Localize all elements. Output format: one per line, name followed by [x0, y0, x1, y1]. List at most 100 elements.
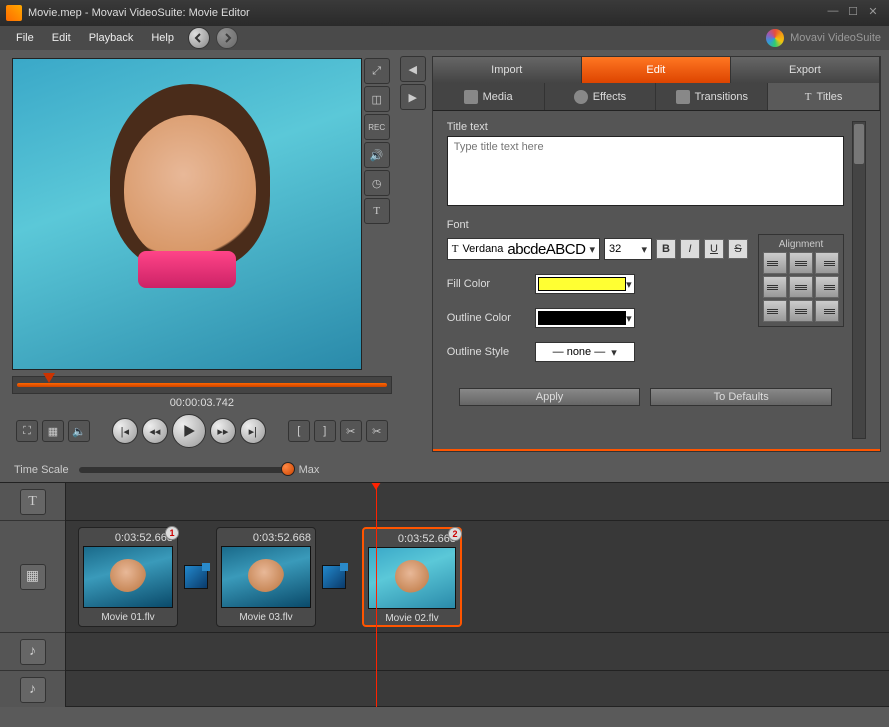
clock-icon[interactable]: ◷ [364, 170, 390, 196]
chevron-down-icon: ▾ [589, 243, 595, 256]
tab-import[interactable]: Import [433, 57, 582, 83]
mark-in-icon[interactable]: [ [288, 420, 310, 442]
align-bot-right[interactable] [815, 300, 839, 322]
menubar: File Edit Playback Help Movavi VideoSuit… [0, 26, 889, 50]
forward-button[interactable]: ▸▸ [210, 418, 236, 444]
title-text-label: Title text [447, 121, 844, 133]
minimize-button[interactable]: — [823, 5, 843, 21]
font-size-select[interactable]: 32▾ [604, 238, 652, 260]
clip-name: Movie 02.flv [368, 613, 456, 624]
strike-button[interactable]: S [728, 239, 748, 259]
transition-node[interactable] [322, 565, 346, 589]
subtab-titles[interactable]: TTitles [768, 83, 880, 110]
maximize-button[interactable]: ☐ [843, 5, 863, 21]
track-headers: T ▦ ♪ ♪ [0, 483, 66, 707]
fill-color-select[interactable]: ▾ [535, 274, 635, 294]
collapse-right-icon[interactable]: ▶ [400, 84, 426, 110]
subtab-media[interactable]: Media [433, 83, 545, 110]
crop-icon[interactable]: ◫ [364, 86, 390, 112]
menu-help[interactable]: Help [143, 29, 182, 47]
preview-video[interactable] [12, 58, 362, 370]
video-track-icon: ▦ [20, 564, 46, 590]
align-top-center[interactable] [789, 252, 813, 274]
titles-icon: T [805, 91, 812, 103]
menu-playback[interactable]: Playback [81, 29, 142, 47]
font-select[interactable]: T Verdana abcdeABCD ▾ [447, 238, 600, 260]
media-icon [464, 90, 478, 104]
scrollbar-thumb[interactable] [854, 124, 864, 164]
align-bot-left[interactable] [763, 300, 787, 322]
align-mid-right[interactable] [815, 276, 839, 298]
track-head-video[interactable]: ▦ [0, 521, 65, 633]
mark-out-icon[interactable]: ] [314, 420, 336, 442]
audio-track-icon: ♪ [20, 677, 46, 703]
align-top-right[interactable] [815, 252, 839, 274]
tab-edit[interactable]: Edit [582, 57, 731, 83]
playhead[interactable] [376, 483, 377, 707]
clip-thumbnail [368, 547, 456, 609]
fit-icon[interactable]: ⛶ [16, 420, 38, 442]
mute-icon[interactable]: 🔈 [68, 420, 90, 442]
italic-button[interactable]: I [680, 239, 700, 259]
clip-name: Movie 01.flv [83, 612, 173, 623]
preview-panel: ⤢ ◫ REC 🔊 ◷ T 00:00:03.742 ⛶ ▦ 🔈 |◂ ◂◂ ▸… [0, 50, 396, 458]
record-icon[interactable]: REC [364, 114, 390, 140]
menu-edit[interactable]: Edit [44, 29, 79, 47]
play-button[interactable] [172, 414, 206, 448]
text-tool-icon[interactable]: T [364, 198, 390, 224]
sub-tabs: Media Effects Transitions TTitles [433, 83, 880, 111]
apply-button[interactable]: Apply [459, 388, 641, 406]
align-bot-center[interactable] [789, 300, 813, 322]
subtab-effects[interactable]: Effects [545, 83, 657, 110]
track-head-audio2[interactable]: ♪ [0, 671, 65, 709]
collapse-left-icon[interactable]: ◀ [400, 56, 426, 82]
alignment-group: Alignment [758, 234, 844, 327]
slider-knob[interactable] [281, 462, 295, 476]
rewind-button[interactable]: ◂◂ [142, 418, 168, 444]
close-button[interactable]: ✕ [863, 5, 883, 21]
mode-tabs: Import Edit Export [433, 57, 880, 83]
volume-icon[interactable]: 🔊 [364, 142, 390, 168]
chevron-down-icon: ▾ [611, 346, 617, 359]
clip-movie-03[interactable]: 0:03:52.668 Movie 03.flv [216, 527, 316, 627]
title-text-input[interactable] [447, 136, 844, 206]
track-head-title[interactable]: T [0, 483, 65, 521]
align-mid-center[interactable] [789, 276, 813, 298]
align-mid-left[interactable] [763, 276, 787, 298]
clip-movie-01[interactable]: 0:03:52.6681 Movie 01.flv [78, 527, 178, 627]
redo-button[interactable] [216, 27, 238, 49]
undo-button[interactable] [188, 27, 210, 49]
chevron-down-icon: ▾ [626, 312, 632, 325]
underline-button[interactable]: U [704, 239, 724, 259]
menu-file[interactable]: File [8, 29, 42, 47]
preview-scrubber[interactable] [12, 376, 392, 394]
bold-button[interactable]: B [656, 239, 676, 259]
outline-color-select[interactable]: ▾ [535, 308, 635, 328]
panel-toggle-col: ◀ ▶ [400, 56, 428, 452]
align-top-left[interactable] [763, 252, 787, 274]
panel-scrollbar[interactable] [852, 121, 866, 439]
cut-icon[interactable]: ✂ [366, 420, 388, 442]
app-icon [6, 5, 22, 21]
outline-style-select[interactable]: — none —▾ [535, 342, 635, 362]
time-scale-slider[interactable] [79, 467, 289, 473]
split-icon[interactable]: ✂ [340, 420, 362, 442]
goto-start-button[interactable]: |◂ [112, 418, 138, 444]
scrubber-handle[interactable] [43, 373, 55, 383]
safezone-icon[interactable]: ▦ [42, 420, 64, 442]
track-head-audio1[interactable]: ♪ [0, 633, 65, 671]
transition-node[interactable] [184, 565, 208, 589]
transitions-icon [676, 90, 690, 104]
fullscreen-icon[interactable]: ⤢ [364, 58, 390, 84]
tab-export[interactable]: Export [731, 57, 880, 83]
timeline: T ▦ ♪ ♪ 0:03:52.6681 Movie 01.flv 0:03:5… [0, 482, 889, 707]
fill-color-swatch [538, 277, 626, 291]
edit-panel: Import Edit Export Media Effects Transit… [432, 56, 881, 452]
subtab-transitions[interactable]: Transitions [656, 83, 768, 110]
fill-color-label: Fill Color [447, 278, 527, 290]
track-area[interactable]: 0:03:52.6681 Movie 01.flv 0:03:52.668 Mo… [66, 483, 889, 707]
clip-movie-02[interactable]: 0:03:52.6682 Movie 02.flv [362, 527, 462, 627]
defaults-button[interactable]: To Defaults [650, 388, 832, 406]
goto-end-button[interactable]: ▸| [240, 418, 266, 444]
alignment-label: Alignment [763, 239, 839, 250]
